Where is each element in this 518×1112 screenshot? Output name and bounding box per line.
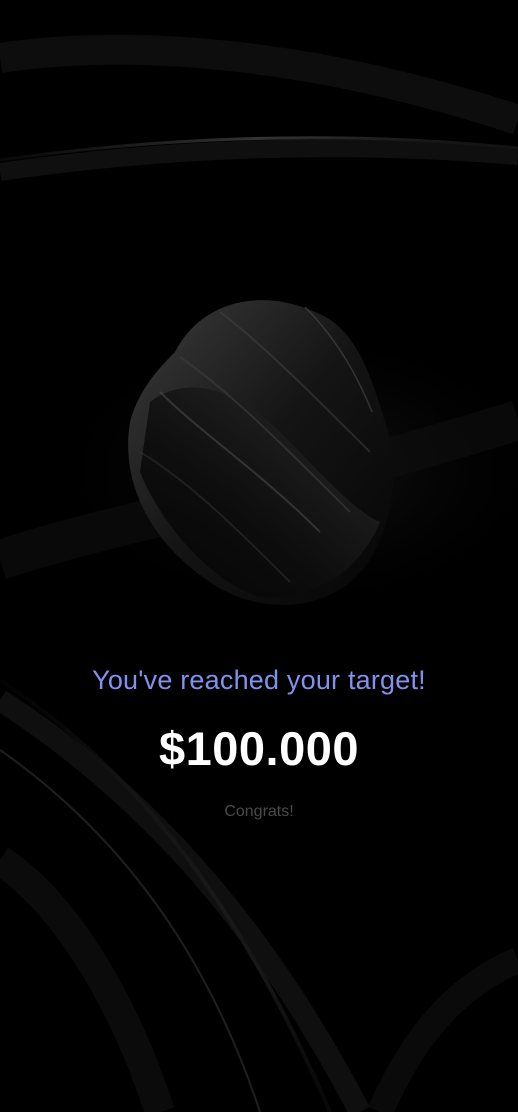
sculpture-illustration [128, 300, 394, 605]
target-amount: $100.000 [158, 722, 360, 775]
target-reached-headline: You've reached your target! [92, 665, 426, 695]
congrats-text: Congrats! [224, 803, 294, 820]
target-reached-screen: You've reached your target! $100.000 Con… [0, 0, 518, 1112]
